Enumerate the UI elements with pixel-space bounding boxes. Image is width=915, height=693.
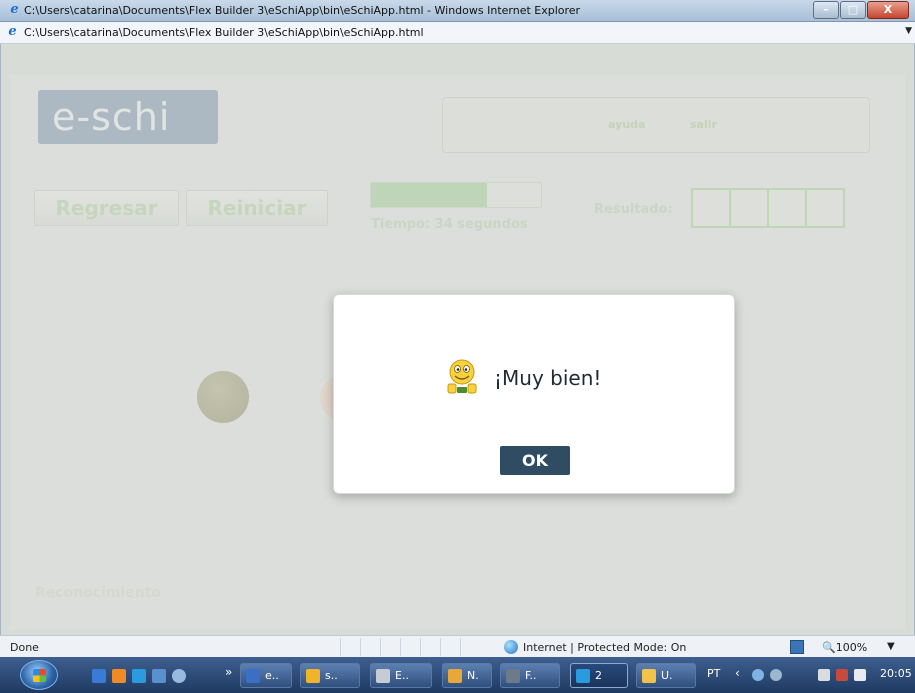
chevron-right-icon[interactable]: » [225,665,232,679]
resultado-label: Resultado: [594,202,673,217]
address-url[interactable]: C:\Users\catarina\Documents\Flex Builder… [24,26,424,39]
status-segment [420,638,438,656]
ie-icon [8,4,21,17]
ok-button[interactable]: OK [500,446,570,475]
window-title: C:\Users\catarina\Documents\Flex Builder… [24,4,581,17]
result-slot [691,188,731,228]
app-quicklaunch-icon[interactable] [172,669,186,683]
volume-icon[interactable] [854,669,866,681]
taskbar-item-label: E.. [395,669,409,682]
taskbar-item-label: e.. [265,669,279,682]
device-icon[interactable] [818,669,830,681]
taskbar-item[interactable]: N. [442,663,492,688]
taskbar-item[interactable]: s.. [300,663,360,688]
clock[interactable]: 20:05 [880,667,912,680]
address-bar[interactable]: C:\Users\catarina\Documents\Flex Builder… [0,22,915,44]
taskbar-item[interactable]: 2 [570,663,628,688]
maximize-icon: □ [847,3,859,16]
status-segment [380,638,398,656]
zoom-value: 100% [835,641,868,654]
timer-progress-bar [370,182,542,208]
app-icon [376,669,390,683]
top-menu: ayuda salir [442,97,870,153]
close-icon: X [883,3,893,16]
chevron-down-icon[interactable]: ▼ [887,641,895,652]
taskbar-item[interactable]: F.. [500,663,560,688]
maximize-button[interactable]: □ [840,1,866,19]
result-slots [691,188,845,228]
page-tools-icon[interactable] [790,640,804,654]
language-indicator[interactable]: PT [707,667,720,680]
result-slot [767,188,807,228]
tray-expand-icon[interactable]: ‹ [735,666,740,680]
app-logo: e-schi [38,90,218,144]
footer-label: Reconocimiento [35,585,162,601]
minimize-button[interactable]: – [813,1,839,19]
taskbar-item-label: N. [467,669,479,682]
result-slot [805,188,845,228]
minimize-icon: – [823,3,829,16]
window-titlebar[interactable]: C:\Users\catarina\Documents\Flex Builder… [0,0,915,22]
status-segment [400,638,418,656]
taskbar-item[interactable]: E.. [370,663,432,688]
globe-icon [504,640,518,654]
taskbar-item-label: U. [661,669,673,682]
word-icon [246,669,260,683]
status-segment [360,638,378,656]
ie-quicklaunch-icon[interactable] [132,669,146,683]
security-zone[interactable]: Internet | Protected Mode: On [523,641,686,654]
taskbar-item-label: 2 [595,669,602,682]
status-segment [440,638,458,656]
switch-windows-icon[interactable] [152,669,166,683]
timer-label: Tiempo: 34 segundos [371,217,528,232]
game-circle-olive[interactable] [197,371,249,423]
status-segment [460,638,478,656]
start-button[interactable] [20,660,58,690]
status-segment [340,638,358,656]
chevron-down-icon[interactable]: ▼ [905,26,912,36]
alert-icon[interactable] [836,669,848,681]
salir-link[interactable]: salir [690,118,717,131]
media-icon[interactable] [112,669,126,683]
status-text: Done [10,641,39,654]
status-bar: Done Internet | Protected Mode: On 🔍100%… [0,635,915,657]
taskbar-item-label: F.. [525,669,537,682]
folder-icon [306,669,320,683]
show-desktop-icon[interactable] [92,669,106,683]
flex-icon [506,669,520,683]
smiley-icon [447,359,477,394]
feedback-dialog: ¡Muy bien! OK [333,294,735,494]
timer-progress-fill [371,183,487,207]
windows-taskbar: » e.. s.. E.. N. F.. 2 U. PT ‹ 20:05 [0,657,915,693]
bluetooth-icon[interactable] [770,669,782,681]
window-controls: – □ X [812,1,909,19]
ie-icon [576,669,590,683]
page-icon [6,26,19,39]
ayuda-link[interactable]: ayuda [608,118,645,131]
taskbar-item[interactable]: e.. [240,663,292,688]
zoom-level[interactable]: 🔍100% [822,641,867,654]
dialog-message: ¡Muy bien! [494,366,602,390]
taskbar-item-label: s.. [325,669,338,682]
network-icon[interactable] [752,669,764,681]
close-button[interactable]: X [867,1,909,19]
result-slot [729,188,769,228]
taskbar-item[interactable]: U. [636,663,696,688]
messenger-icon [642,669,656,683]
reiniciar-button[interactable]: Reiniciar [186,190,328,226]
notes-icon [448,669,462,683]
regresar-button[interactable]: Regresar [34,190,179,226]
